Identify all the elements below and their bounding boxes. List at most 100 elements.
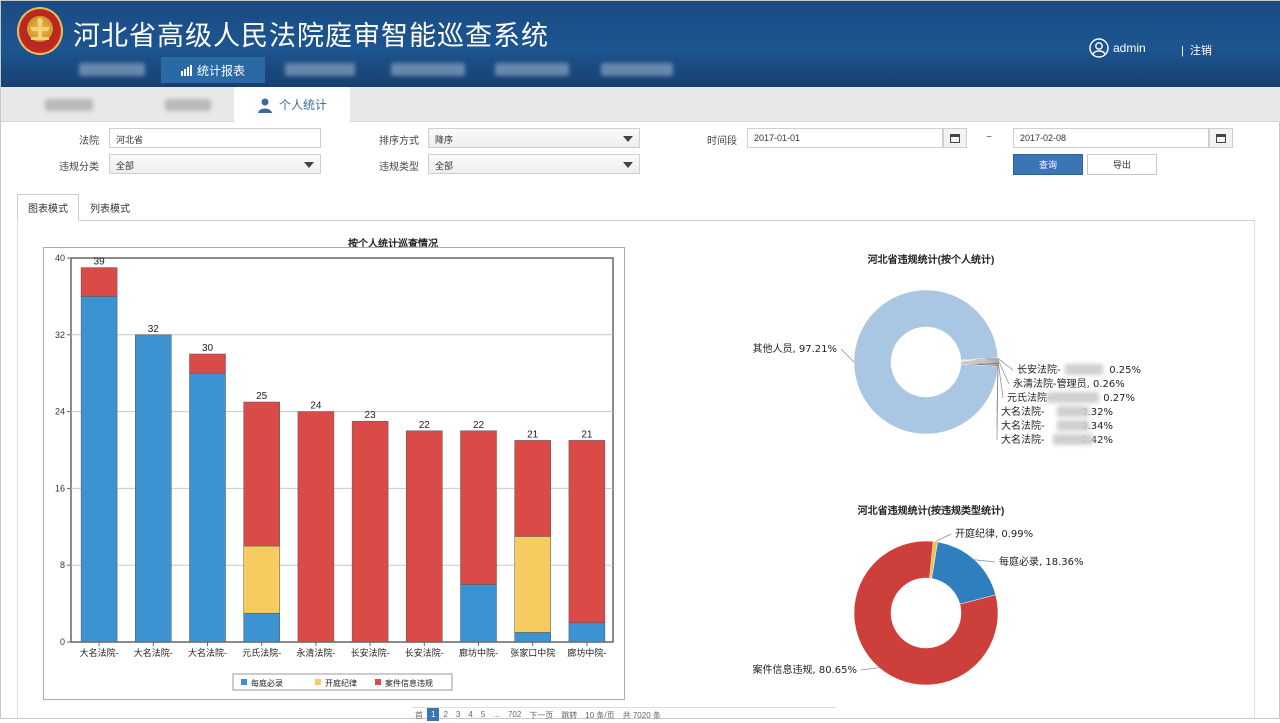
x-tick-label: 大名法院-: [188, 647, 227, 658]
bar-segment: [514, 632, 551, 643]
violation-category-select[interactable]: 全部: [109, 154, 321, 174]
x-tick-label: 元氏法院-: [242, 647, 281, 658]
pager-last-page[interactable]: 702: [504, 708, 525, 721]
query-button[interactable]: 查询: [1013, 154, 1083, 175]
data-label: 30: [202, 343, 214, 354]
data-label: 21: [527, 429, 539, 440]
data-label: 24: [310, 401, 322, 412]
chevron-down-icon: [623, 136, 633, 142]
calendar-icon[interactable]: [943, 128, 967, 148]
nav-item-blurred[interactable]: [79, 63, 145, 76]
bar-segment: [460, 584, 497, 643]
pager-total: 共 7020 条: [622, 711, 661, 720]
pie-person-label: 永清法院-管理员, 0.26%: [1013, 377, 1125, 390]
sub-tab-personal-stats[interactable]: 个人统计: [234, 87, 350, 122]
nav-item-blurred[interactable]: [285, 63, 355, 76]
violation-type-select[interactable]: 全部: [428, 154, 640, 174]
period-label: 时间段: [707, 136, 737, 147]
date-to-input[interactable]: 2017-02-08: [1013, 128, 1209, 148]
user-menu[interactable]: admin: [1089, 38, 1146, 58]
redacted-name: [1057, 406, 1089, 417]
pie-type-leader-line: [935, 533, 952, 542]
bar-segment: [460, 430, 497, 585]
pie-person-label: 0.25%: [1109, 365, 1141, 376]
bar-segment: [243, 612, 280, 643]
tab-list-mode[interactable]: 列表模式: [79, 194, 141, 221]
sub-tab-blurred[interactable]: [165, 99, 211, 111]
pie-person-label: 其他人员, 97.21%: [753, 342, 838, 355]
bar-chart: 0 8 16 24 32 40 39 大名法院- 32 大名法院- 30 大名法院- 25 元氏法院- 24…: [55, 253, 614, 691]
legend-label: 开庭纪律: [325, 678, 357, 688]
nav-item-blurred[interactable]: [601, 63, 673, 76]
logout-label: 注销: [1189, 45, 1212, 57]
pie-type-leader-line: [860, 667, 880, 671]
legend-label: 每庭必录: [251, 678, 283, 688]
violation-category-label: 违规分类: [59, 162, 99, 173]
data-label: 22: [473, 420, 485, 431]
data-label: 21: [581, 429, 593, 440]
sub-tab-strip: 个人统计: [1, 87, 1280, 122]
pie-person-leader-line: [997, 360, 1004, 399]
legend-label: 案件信息违规: [385, 678, 433, 688]
username: admin: [1113, 41, 1146, 55]
sort-select[interactable]: 降序: [428, 128, 640, 148]
pager-jump[interactable]: 跳转: [557, 708, 581, 723]
pie-type-title: 河北省违规统计(按违规类型统计): [857, 506, 1005, 517]
logout-link[interactable]: | 注销: [1181, 42, 1212, 58]
sub-tab-blurred[interactable]: [45, 99, 93, 111]
bar-segment: [135, 334, 172, 643]
logout-separator: |: [1181, 45, 1184, 57]
legend-swatch: [315, 679, 321, 685]
bar-chart-legend: 每庭必录 开庭纪律 案件信息违规: [232, 673, 453, 691]
sort-label: 排序方式: [379, 136, 419, 147]
nav-item-blurred[interactable]: [391, 63, 465, 76]
pie-person-label: 大名法院-: [1001, 419, 1045, 432]
court-emblem-icon: [17, 7, 63, 55]
bar-segment: [243, 545, 280, 614]
pie-type-label: 开庭纪律, 0.99%: [955, 527, 1033, 540]
top-navigation: 统计报表: [1, 57, 701, 83]
pager-page-current[interactable]: 1: [427, 708, 440, 721]
chevron-down-icon: [304, 162, 314, 168]
tab-chart-mode[interactable]: 图表模式: [17, 194, 79, 221]
export-button[interactable]: 导出: [1087, 154, 1157, 175]
view-mode-tabs: 图表模式 列表模式: [17, 194, 1255, 221]
calendar-icon[interactable]: [1209, 128, 1233, 148]
redacted-name: [1053, 434, 1093, 445]
x-tick-label: 大名法院-: [80, 647, 119, 658]
pager-page[interactable]: 2: [439, 708, 451, 721]
person-icon: [257, 98, 272, 113]
bar-segment: [568, 440, 606, 624]
redacted-name: [1047, 392, 1099, 403]
chevron-down-icon: [623, 162, 633, 168]
pager-per-page[interactable]: 10 条/页: [581, 708, 618, 723]
pager-next[interactable]: 下一页: [525, 708, 557, 723]
legend-swatch: [241, 679, 247, 685]
pie-person-leader-line: [840, 348, 855, 363]
pager-page[interactable]: 5: [477, 708, 489, 721]
pie-type-slice: [931, 541, 996, 605]
legend-swatch: [375, 679, 381, 685]
x-tick-label: 长安法院-: [405, 647, 444, 658]
court-input[interactable]: 河北省: [109, 128, 321, 148]
pager-ellipsis: ...: [493, 710, 500, 719]
pie-person-chart: 其他人员, 97.21% 长安法院- 0.25%永清法院-管理员, 0.26%元氏法…: [753, 289, 1141, 446]
nav-item-statistics[interactable]: 统计报表: [161, 57, 265, 83]
bar-segment: [514, 440, 551, 537]
date-from-input[interactable]: 2017-01-01: [747, 128, 943, 148]
pie-person-label: 大名法院-: [1001, 405, 1045, 418]
bar-chart-icon: [180, 64, 192, 76]
pager-page[interactable]: 4: [464, 708, 476, 721]
sort-select-value: 降序: [435, 135, 454, 145]
x-tick-label: 张家口中院: [510, 647, 555, 658]
pager-first[interactable]: 首: [411, 708, 427, 723]
violation-category-value: 全部: [116, 161, 135, 171]
pager-page[interactable]: 3: [452, 708, 464, 721]
pie-type-label: 案件信息违规, 80.65%: [753, 663, 858, 676]
app-window: 河北省高级人民法院庭审智能巡查系统 统计报表 admin | 注销 个人统计 法…: [0, 0, 1280, 721]
y-tick-label: 40: [55, 253, 65, 263]
nav-item-blurred[interactable]: [495, 63, 569, 76]
x-tick-label: 大名法院-: [134, 647, 173, 658]
violation-type-label: 违规类型: [379, 162, 419, 173]
user-icon: [1089, 38, 1109, 58]
